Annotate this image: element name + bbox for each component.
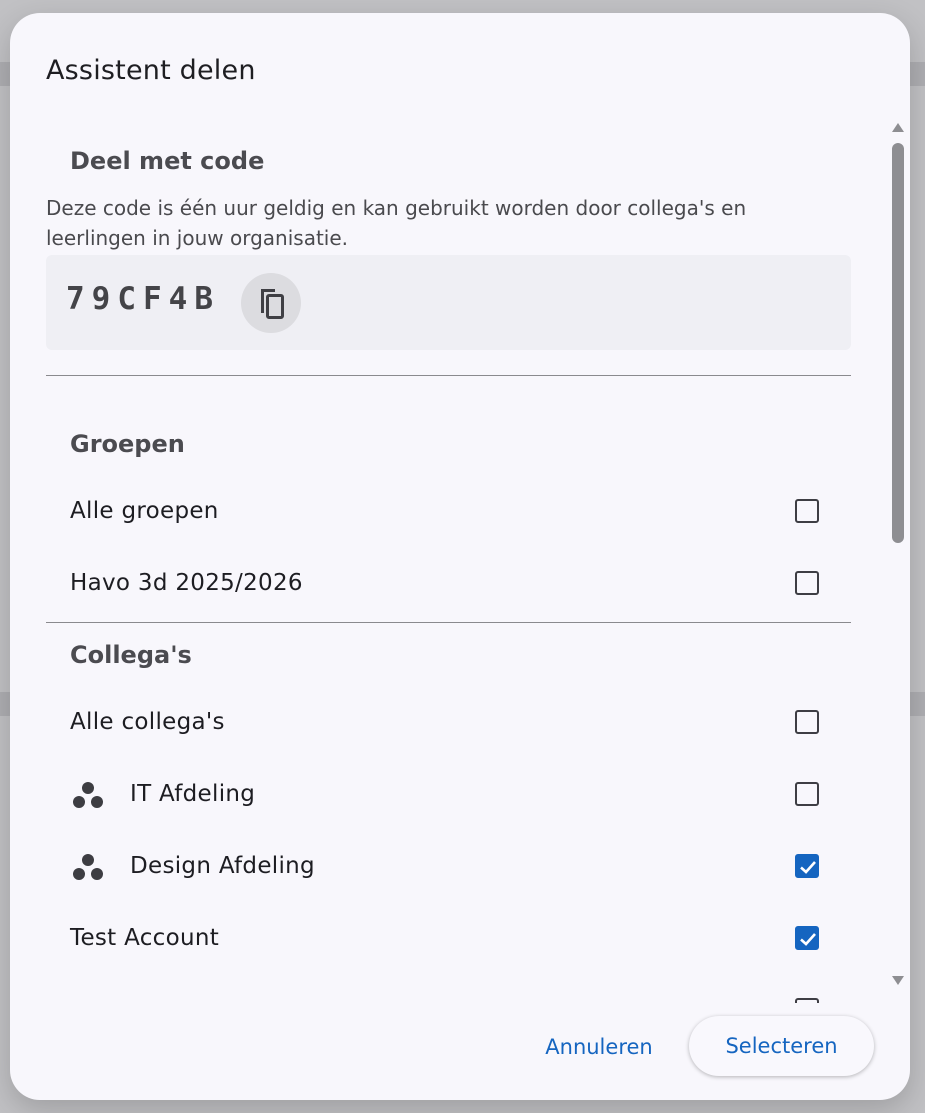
scroll-down-arrow-icon[interactable]: [892, 976, 904, 985]
colleague-label: IT Afdeling: [130, 781, 256, 807]
dialog-title: Assistent delen: [46, 55, 256, 86]
section-divider: [46, 622, 851, 623]
colleague-checkbox-test-account[interactable]: [795, 926, 819, 950]
group-label: Havo 3d 2025/2026: [70, 570, 303, 596]
colleague-label: Design Afdeling: [130, 853, 315, 879]
cancel-button[interactable]: Annuleren: [534, 1016, 664, 1076]
share-assistant-dialog: Assistent delen Deel met code Deze code …: [10, 13, 910, 1100]
group-checkbox-havo-3d[interactable]: [795, 571, 819, 595]
share-code-heading: Deel met code: [70, 147, 265, 175]
select-button[interactable]: Selecteren: [689, 1016, 874, 1076]
dialog-content: Deel met code Deze code is één uur geldi…: [46, 123, 851, 1003]
group-row-all[interactable]: Alle groepen: [46, 481, 851, 545]
checkmark-icon: [800, 933, 816, 946]
colleague-row-partial[interactable]: [46, 980, 851, 1003]
team-icon: [73, 782, 103, 808]
share-code-description: Deze code is één uur geldig en kan gebru…: [46, 196, 747, 250]
copy-icon: [261, 289, 284, 319]
team-icon: [73, 854, 103, 880]
groups-heading: Groepen: [70, 430, 185, 458]
group-checkbox-all[interactable]: [795, 499, 819, 523]
share-code-value: 79CF4B: [66, 281, 220, 317]
colleague-checkbox-partial[interactable]: [795, 998, 819, 1003]
colleague-checkbox-all[interactable]: [795, 710, 819, 734]
colleague-checkbox-design-afdeling[interactable]: [795, 854, 819, 878]
colleagues-heading: Collega's: [70, 641, 192, 669]
colleague-row-test-account[interactable]: Test Account: [46, 908, 851, 972]
colleague-row-design-afdeling[interactable]: Design Afdeling: [46, 836, 851, 900]
copy-code-button[interactable]: [241, 273, 301, 333]
colleague-label: Test Account: [70, 925, 220, 951]
colleague-label: Alle collega's: [70, 709, 225, 735]
checkmark-icon: [800, 861, 816, 874]
colleague-checkbox-it-afdeling[interactable]: [795, 782, 819, 806]
group-row-havo-3d[interactable]: Havo 3d 2025/2026: [46, 553, 851, 617]
group-label: Alle groepen: [70, 498, 219, 524]
section-divider: [46, 375, 851, 376]
scrollbar-thumb[interactable]: [892, 143, 904, 543]
scroll-up-arrow-icon[interactable]: [892, 123, 904, 132]
colleague-row-it-afdeling[interactable]: IT Afdeling: [46, 764, 851, 828]
share-code-box: 79CF4B: [46, 255, 851, 350]
colleague-row-all[interactable]: Alle collega's: [46, 692, 851, 756]
